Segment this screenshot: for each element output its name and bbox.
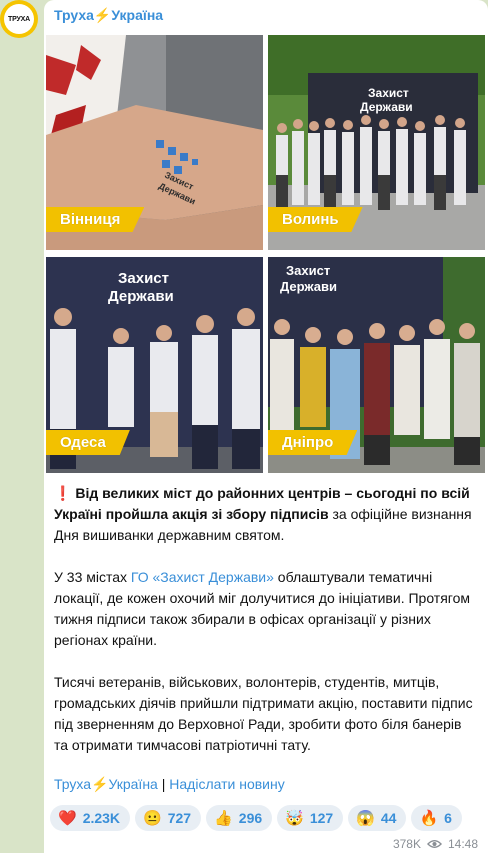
reactions-bar: ❤️ 2.23K 😐 727 👍 296 🤯 127 😱 44 🔥 6 — [50, 805, 462, 831]
heart-icon: ❤️ — [58, 810, 77, 827]
photo-odesa[interactable]: Захист Держави Одеса — [46, 257, 263, 473]
post-paragraph-1: ❗ Від великих міст до районних центрів –… — [54, 483, 478, 546]
photo-dnipro[interactable]: Захист Держави Дніпро — [268, 257, 485, 473]
channel-name-suffix: Україна — [111, 7, 164, 23]
organization-link[interactable]: ГО «Захист Держави» — [131, 569, 274, 585]
banner-title-dnipro-1: Захист — [286, 263, 330, 278]
reaction-count: 127 — [309, 810, 334, 826]
footer-lightning-icon: ⚡ — [91, 776, 109, 792]
footer-separator: | — [161, 776, 166, 792]
post-text: ❗ Від великих міст до районних центрів –… — [54, 483, 478, 777]
fire-icon: 🔥 — [419, 810, 439, 827]
banner-title-volyn-1: Захист — [368, 86, 409, 100]
mind-blown-icon: 🤯 — [285, 810, 304, 827]
views-count: 378K — [392, 837, 421, 851]
reaction-fire[interactable]: 🔥 6 — [411, 805, 462, 831]
thumbs-up-icon: 👍 — [214, 810, 233, 827]
banner-title-volyn-2: Держави — [360, 100, 413, 114]
channel-name[interactable]: Труха⚡Україна — [54, 7, 163, 24]
scream-face-icon: 😱 — [356, 810, 375, 827]
lightning-icon: ⚡ — [93, 7, 112, 23]
reaction-count: 44 — [380, 810, 397, 826]
avatar-logo-text: ТРУХА — [4, 4, 34, 34]
reaction-mind-blown[interactable]: 🤯 127 — [277, 805, 344, 831]
channel-name-text: Труха — [54, 7, 94, 23]
channel-avatar[interactable]: ТРУХА — [0, 0, 38, 38]
reaction-thumbs-up[interactable]: 👍 296 — [206, 805, 273, 831]
banner-title-odesa-2: Держави — [108, 288, 174, 305]
footer-links: Труха⚡Україна | Надіслати новину — [54, 776, 285, 793]
message-time: 14:48 — [447, 837, 478, 851]
message-meta: 378K 14:48 — [393, 837, 478, 851]
banner-title-dnipro-2: Держави — [280, 279, 337, 294]
reaction-count: 2.23K — [82, 810, 121, 826]
city-label-volyn: Волинь — [268, 207, 363, 232]
post-paragraph-2-before: У 33 містах — [54, 569, 131, 585]
reaction-neutral[interactable]: 😐 727 — [135, 805, 202, 831]
banner-title-odesa-1: Захист — [118, 270, 169, 287]
neutral-face-icon: 😐 — [143, 810, 162, 827]
city-label-vinnytsia: Вінниця — [46, 207, 145, 232]
city-label-dnipro: Дніпро — [268, 430, 358, 455]
photo-grid: Захист Держави Вінниця Захист Держави Во… — [46, 35, 485, 473]
reaction-scream[interactable]: 😱 44 — [348, 805, 407, 831]
photo-vinnytsia[interactable]: Захист Держави Вінниця — [46, 35, 263, 250]
message-bubble: Труха⚡Україна Захист Держави Вінниця Зах… — [44, 0, 488, 853]
submit-news-link[interactable]: Надіслати новину — [169, 776, 284, 792]
reaction-count: 6 — [444, 810, 452, 826]
exclamation-icon: ❗ — [54, 485, 72, 501]
post-paragraph-3: Тисячі ветеранів, військових, волонтерів… — [54, 674, 473, 753]
post-paragraph-2: У 33 містах ГО «Захист Держави» облаштув… — [54, 567, 478, 651]
reaction-count: 727 — [167, 810, 192, 826]
footer-channel-link-text: Труха — [54, 776, 92, 792]
reaction-count: 296 — [238, 810, 263, 826]
city-label-odesa: Одеса — [46, 430, 130, 455]
eye-icon — [426, 840, 442, 848]
photo-volyn[interactable]: Захист Держави Волинь — [268, 35, 485, 250]
footer-channel-link-suffix: Україна — [108, 776, 158, 792]
footer-channel-link[interactable]: Труха⚡Україна — [54, 776, 158, 792]
reaction-heart[interactable]: ❤️ 2.23K — [50, 805, 131, 831]
